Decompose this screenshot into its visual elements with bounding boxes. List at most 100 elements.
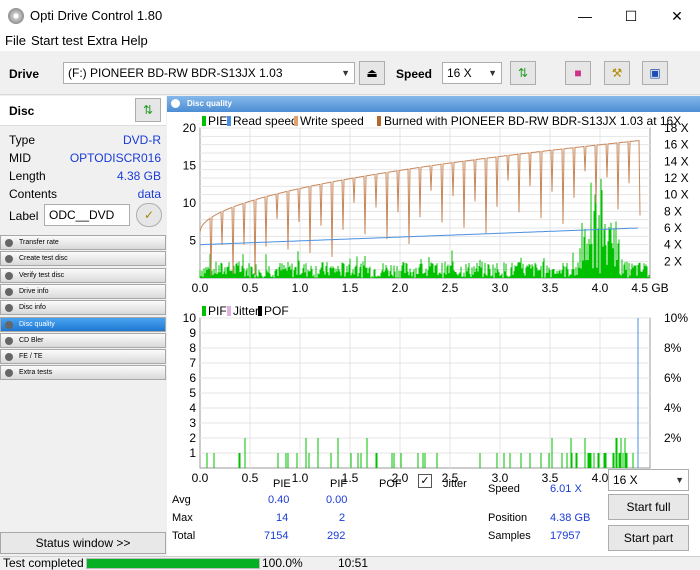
nav-item-icon [5,304,13,313]
info-key: Length [9,169,46,183]
chart2-ytick-left: 9 [189,326,196,340]
chart1-ytick-right: 16 X [664,138,689,152]
chevron-down-icon: ▼ [675,475,684,485]
info-key: MID [9,151,31,165]
info-value: 4.38 GB [116,169,161,183]
window-title: Opti Drive Control 1.80 [30,8,163,23]
total-pif: 292 [327,530,346,542]
chart2-ytick-right: 2% [664,431,682,445]
legend-burned-label: Burned with PIONEER BD-RW BDR-S13JX 1.03… [384,114,681,128]
eject-icon: ⏏ [366,66,378,80]
maximize-button[interactable]: ☐ [608,0,654,32]
chart2-xtick: 4.0 [592,471,609,485]
check-icon: ✓ [143,208,155,222]
chart2-ytick-left: 4 [189,401,196,415]
nav-drive-info[interactable]: Drive info [0,283,166,299]
panel-header: Disc quality [167,96,700,112]
menu-extra[interactable]: Extra [87,33,117,48]
minimize-button[interactable]: — [562,0,608,32]
menu-file[interactable]: File [5,33,26,48]
chart2-ytick-left: 5 [189,386,196,400]
legend-pof-swatch [258,306,262,316]
total-pie: 7154 [264,530,289,542]
drive-select[interactable]: (F:) PIONEER BD-RW BDR-S13JX 1.03 ▼ [63,62,355,84]
menu-start-test[interactable]: Start test [31,33,83,48]
position-label: Position [488,512,528,524]
chart2-ytick-left: 10 [183,311,197,325]
eject-button[interactable]: ⏏ [359,61,385,85]
disc-length-row: Length 4.38 GB [9,169,161,183]
speed-select[interactable]: 16 X ▼ [442,62,502,84]
nav-item-icon [5,287,13,296]
chart2-ytick-right: 4% [664,401,682,415]
refresh-speed-button[interactable]: ⇅ [510,61,536,85]
progress-fill [87,559,259,568]
test-speed-select[interactable]: 16 X ▼ [608,469,689,491]
nav-item-label: FE / TE [19,353,43,361]
speed-select-value: 16 X [447,66,472,80]
progress-percent: 100.0% [262,556,303,570]
chart1-ytick-right: 14 X [664,154,689,168]
nav-item-icon [5,255,13,264]
nav-disc-info[interactable]: Disc info [0,300,166,316]
label-apply-button[interactable]: ✓ [136,203,162,227]
legend-read-swatch [227,116,231,126]
chart1-xtick: 2.0 [392,281,409,295]
chart1-xtick: 4.0 [592,281,609,295]
chart1-ytick-left: 10 [183,196,197,210]
start-full-button[interactable]: Start full [608,494,689,520]
quality-charts: PIE Read speed Write speed Burned with PION… [183,114,689,485]
info-value: data [137,187,161,201]
menu-help[interactable]: Help [121,33,148,48]
chart1-xtick: 0.0 [192,281,209,295]
chart1-xtick: 2.5 [442,281,459,295]
nav-verify-test-disc[interactable]: Verify test disc [0,267,166,283]
nav-item-label: Transfer rate [19,239,59,246]
nav-create-test-disc[interactable]: Create test disc [0,251,166,267]
status-window-button[interactable]: Status window >> [0,532,166,554]
chart1-xtick: 1.0 [292,281,309,295]
nav-item-label: Drive info [19,287,49,295]
elapsed-time: 10:51 [338,556,369,570]
eraser-icon: ■ [574,66,582,80]
start-part-button[interactable]: Start part [608,525,689,551]
chart1-xtick: 4.5 GB [631,281,668,295]
samples-label: Samples [488,530,531,542]
max-label: Max [172,512,193,524]
legend-pie-swatch [202,116,206,126]
label-key: Label [9,209,39,223]
nav-extra-tests[interactable]: Extra tests [0,365,166,381]
nav-fe-te[interactable]: FE / TE [0,349,166,365]
nav-disc-quality[interactable]: Disc quality [0,316,166,332]
nav-transfer-rate[interactable]: Transfer rate [0,235,166,250]
jitter-label: Jitter [443,478,467,490]
nav-cd-bler[interactable]: CD Bler [0,332,166,348]
chart2-ytick-left: 1 [189,446,196,460]
menu-bar: File Start test Extra Help [0,32,700,51]
erase-button[interactable]: ■ [565,61,591,85]
chart1-xtick: 3.0 [492,281,509,295]
chart2-ytick-left: 3 [189,416,196,430]
chevron-down-icon: ▼ [341,68,350,78]
stats-header-pof: POF [379,478,402,490]
chart1-xtick: 0.5 [242,281,259,295]
nav-item-icon [5,239,13,247]
speed-label: Speed [396,67,433,81]
left-panel: Disc ⇅ Type DVD-R MID OPTODISCR016 Length 4… [0,96,166,556]
options-button[interactable]: ⚒ [604,61,630,85]
nav-item-label: Disc info [19,304,46,312]
info-value: DVD-R [123,133,161,147]
close-button[interactable]: ✕ [654,0,700,32]
max-pif: 2 [339,512,346,524]
chart2-ytick-right: 10% [664,311,688,325]
chart2-xtick: 1.0 [292,471,309,485]
chart1-ytick-right: 12 X [664,171,689,185]
disc-label-input[interactable]: ODC__DVD [44,204,130,226]
disc-label-value: ODC__DVD [49,208,115,222]
disc-refresh-button[interactable]: ⇅ [135,98,161,122]
legend-write-swatch [294,116,298,126]
disc-type-row: Type DVD-R [9,133,161,147]
save-button[interactable]: ▣ [642,61,668,85]
avg-label: Avg [172,494,191,506]
jitter-checkbox[interactable]: ✓ [418,474,432,488]
